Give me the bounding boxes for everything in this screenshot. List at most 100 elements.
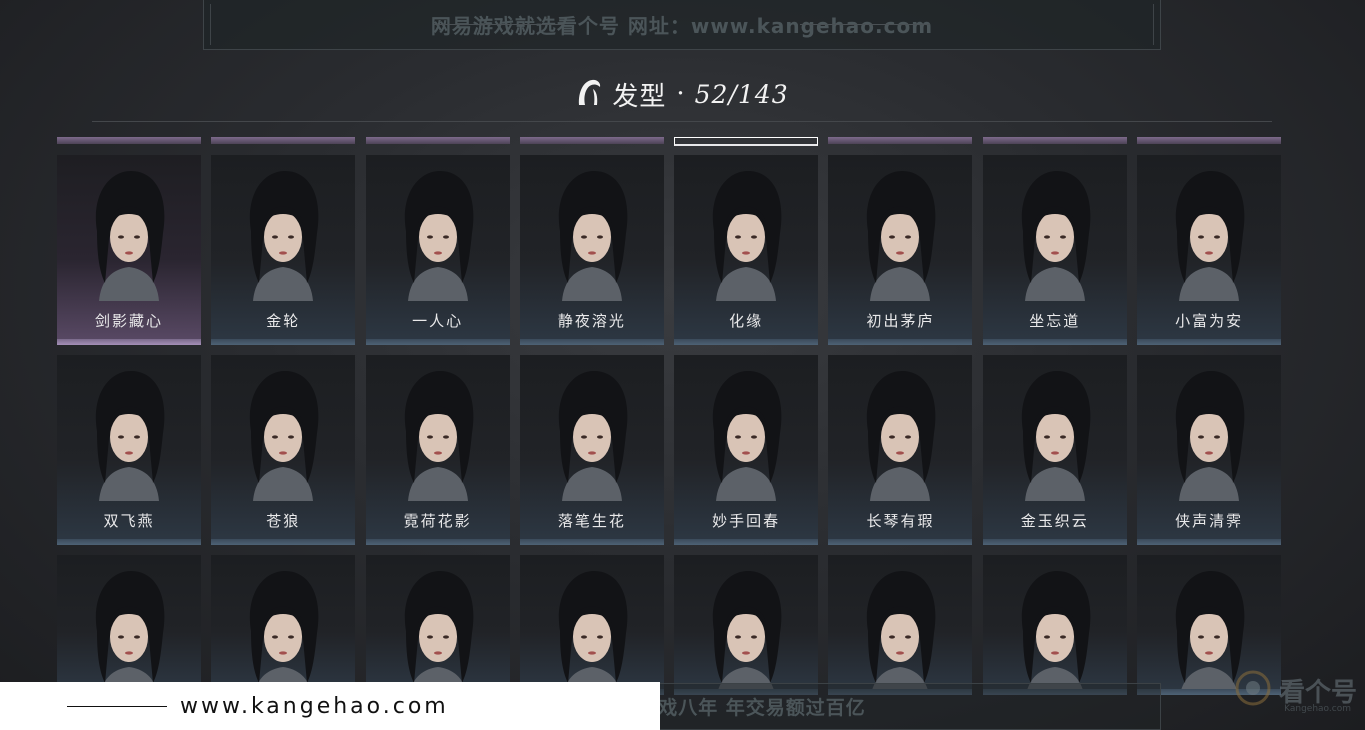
hairstyle-card[interactable]: 金玉织云 bbox=[982, 337, 1127, 545]
hairstyle-card[interactable]: 一人心 bbox=[365, 137, 510, 345]
hairstyle-card[interactable]: 妙手回春 bbox=[674, 337, 819, 545]
hairstyle-name: 坐忘道 bbox=[1029, 312, 1081, 330]
character-portrait bbox=[250, 171, 319, 301]
hairstyle-tile: 长琴有瑕 bbox=[828, 355, 973, 545]
hairstyle-tile: 坐忘道 bbox=[982, 155, 1127, 345]
hairstyle-name: 苍狼 bbox=[266, 512, 301, 530]
character-portrait bbox=[558, 171, 628, 301]
hairstyle-name: 侠声清霁 bbox=[1175, 512, 1244, 530]
hairstyle-tile: 妙手回春 bbox=[674, 355, 819, 545]
hairstyle-name: 妙手回春 bbox=[712, 512, 781, 530]
hairstyle-tile: 金玉织云 bbox=[982, 355, 1127, 545]
banner-ornament-right bbox=[800, 24, 930, 25]
character-portrait bbox=[713, 371, 782, 501]
corner-logo-text: 看个号 bbox=[1278, 677, 1357, 708]
rarity-bar bbox=[365, 137, 510, 144]
hairstyle-name: 金轮 bbox=[266, 312, 301, 330]
hairstyle-name: 一人心 bbox=[412, 312, 464, 330]
character-portrait bbox=[713, 571, 782, 695]
hairstyle-tile: 剑影藏心 bbox=[57, 155, 201, 345]
character-portrait bbox=[1021, 371, 1091, 501]
hairstyle-card[interactable]: 侠声清霁 bbox=[1137, 337, 1282, 545]
rarity-bar bbox=[211, 137, 356, 144]
rarity-bar bbox=[828, 137, 973, 144]
character-portrait bbox=[1175, 371, 1245, 501]
title-separator: · bbox=[676, 79, 685, 109]
hairstyle-card[interactable]: 长琴有瑕 bbox=[828, 337, 973, 545]
hairstyle-tile: 一人心 bbox=[365, 155, 510, 345]
character-portrait bbox=[95, 571, 165, 695]
hairstyle-name: 长琴有瑕 bbox=[866, 512, 935, 530]
rarity-bar bbox=[57, 137, 201, 144]
hairstyle-tile: 落笔生花 bbox=[519, 355, 664, 545]
character-portrait bbox=[1021, 571, 1091, 695]
character-portrait bbox=[1175, 171, 1245, 301]
page-title: 发型 bbox=[612, 81, 667, 112]
hairstyle-name: 静夜溶光 bbox=[557, 312, 626, 330]
rarity-bar bbox=[1137, 137, 1282, 144]
character-portrait bbox=[558, 371, 628, 501]
hairstyle-card[interactable]: 落笔生花 bbox=[519, 337, 664, 545]
character-portrait bbox=[1021, 171, 1091, 301]
hairstyle-tile: 苍狼 bbox=[211, 355, 356, 545]
collection-count: 52/143 bbox=[694, 79, 789, 109]
page-header: 发型 · 52/143 bbox=[0, 72, 1365, 116]
corner-logo: 看个号 Kangehao.com bbox=[1233, 668, 1357, 714]
hairstyle-tile bbox=[828, 555, 973, 695]
hairstyle-tile: 小富为安 bbox=[1137, 155, 1282, 345]
url-overlay-text: www.kangehao.com bbox=[180, 693, 449, 719]
hairstyle-card[interactable]: 小富为安 bbox=[1137, 137, 1282, 345]
watermark-top-banner: 网易游戏就选看个号 网址：www.kangehao.com bbox=[203, 0, 1161, 50]
rarity-bar bbox=[674, 137, 819, 146]
hairstyle-name: 化缘 bbox=[729, 312, 764, 330]
character-portrait bbox=[250, 371, 319, 501]
logo-icon bbox=[1233, 668, 1273, 712]
hairstyle-card[interactable]: 剑影藏心 bbox=[57, 137, 201, 345]
hairstyle-name: 金玉织云 bbox=[1020, 512, 1089, 530]
hairstyle-name: 剑影藏心 bbox=[94, 312, 163, 330]
hairstyle-card[interactable]: 静夜溶光 bbox=[519, 137, 664, 345]
hairstyle-tile: 静夜溶光 bbox=[519, 155, 664, 345]
character-portrait bbox=[867, 371, 936, 501]
hairstyle-tile bbox=[211, 555, 356, 695]
banner-ornament-left bbox=[434, 24, 564, 25]
hairstyle-card[interactable]: 坐忘道 bbox=[982, 137, 1127, 345]
hairstyle-card[interactable]: 苍狼 bbox=[211, 337, 356, 545]
hairstyle-tile bbox=[519, 555, 664, 695]
hairstyle-tile: 双飞燕 bbox=[57, 355, 201, 545]
hairstyle-grid: 剑影藏心 金轮 一人心 静夜溶光 化缘 初出茅庐 坐忘道 小富为安双飞燕 苍狼 霓荷花影 落笔生花 妙… bbox=[57, 137, 1282, 730]
character-portrait bbox=[713, 171, 782, 301]
rarity-bar bbox=[982, 137, 1127, 144]
corner-logo-sub: Kangehao.com bbox=[1284, 704, 1351, 714]
hairstyle-name: 霓荷花影 bbox=[403, 512, 472, 530]
hairstyle-card[interactable]: 金轮 bbox=[211, 137, 356, 345]
hairstyle-card[interactable]: 化缘 bbox=[674, 137, 819, 345]
hairstyle-name: 双飞燕 bbox=[103, 512, 155, 530]
url-overlay: www.kangehao.com bbox=[0, 682, 660, 730]
rarity-bar bbox=[519, 137, 664, 144]
hairstyle-card[interactable]: 双飞燕 bbox=[57, 337, 201, 545]
hairstyle-card[interactable]: 初出茅庐 bbox=[828, 137, 973, 345]
hairstyle-name: 落笔生花 bbox=[557, 512, 626, 530]
character-portrait bbox=[558, 571, 628, 695]
character-portrait bbox=[95, 171, 165, 301]
hairstyle-tile: 霓荷花影 bbox=[365, 355, 510, 545]
hairstyle-tile bbox=[674, 555, 819, 695]
character-portrait bbox=[404, 371, 473, 501]
hairstyle-name: 初出茅庐 bbox=[866, 312, 935, 330]
hairstyle-tile: 金轮 bbox=[211, 155, 356, 345]
character-portrait bbox=[867, 171, 936, 301]
character-portrait bbox=[404, 571, 473, 695]
hairstyle-tile: 初出茅庐 bbox=[828, 155, 973, 345]
hairstyle-name: 小富为安 bbox=[1175, 312, 1244, 330]
hairstyle-tile bbox=[57, 555, 201, 695]
character-portrait bbox=[250, 571, 319, 695]
character-portrait bbox=[95, 371, 165, 501]
hairstyle-tile bbox=[365, 555, 510, 695]
character-portrait bbox=[404, 171, 473, 301]
hairstyle-tile bbox=[982, 555, 1127, 695]
header-divider bbox=[92, 121, 1272, 122]
character-portrait bbox=[867, 571, 936, 695]
hairstyle-card[interactable]: 霓荷花影 bbox=[365, 337, 510, 545]
hairstyle-tile: 化缘 bbox=[674, 155, 819, 345]
